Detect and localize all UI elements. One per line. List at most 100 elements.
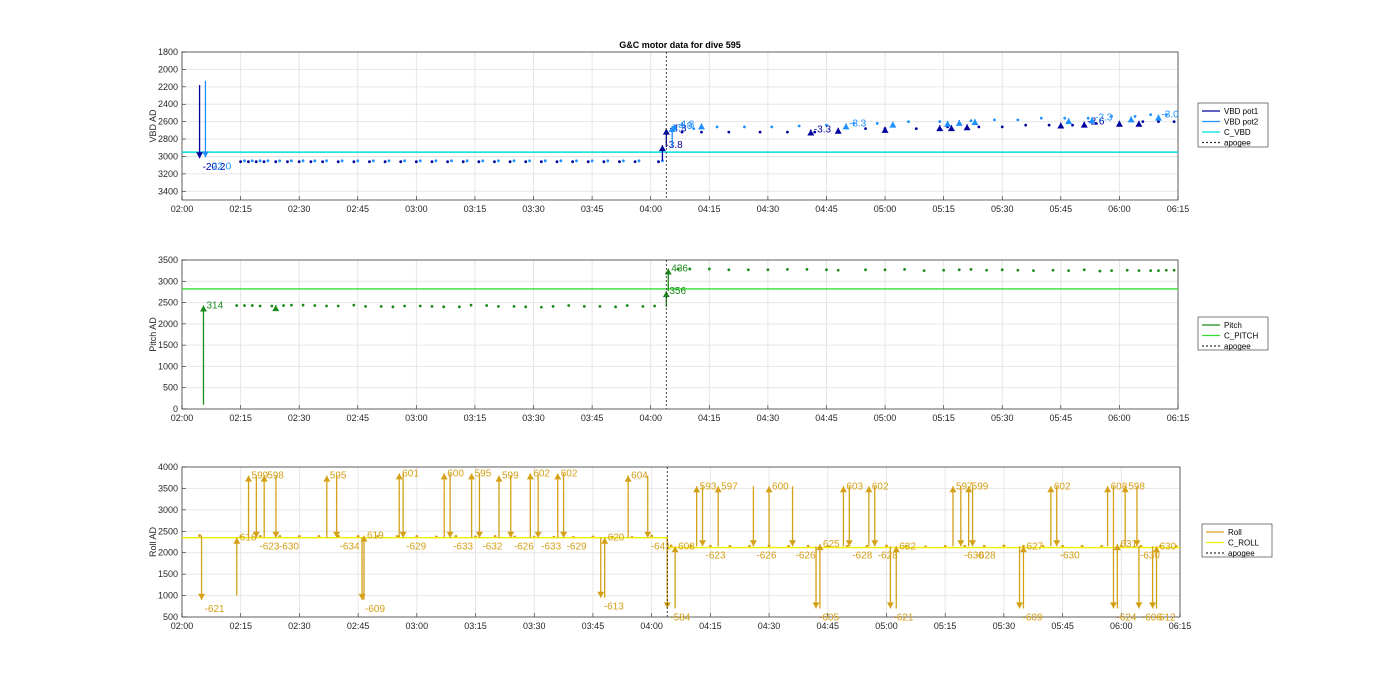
x-tick-label: 03:00 (405, 204, 428, 214)
data-point (496, 305, 500, 308)
move-label: 632 (899, 541, 916, 552)
data-point (336, 160, 340, 164)
y-tick-label: 500 (163, 383, 178, 393)
data-point (469, 303, 473, 307)
y-tick-label: 2600 (158, 117, 178, 127)
data-point (379, 305, 383, 308)
data-point (485, 304, 489, 307)
data-point (477, 160, 481, 164)
data-point (559, 159, 563, 163)
x-tick-label: 03:15 (464, 621, 487, 631)
data-point (786, 130, 789, 134)
x-tick-label: 03:30 (522, 204, 545, 214)
data-point (786, 267, 789, 271)
data-point (465, 159, 469, 163)
data-point (325, 304, 328, 308)
data-point (368, 160, 371, 164)
data-point (743, 125, 746, 129)
y-tick-label: 1000 (158, 591, 178, 601)
data-point (446, 160, 449, 164)
y-tick-label: 2500 (158, 526, 178, 536)
data-point (243, 304, 246, 307)
x-tick-label: 02:15 (229, 621, 252, 631)
move-label: -623 (259, 542, 279, 553)
data-point (1024, 123, 1028, 127)
data-point (1000, 268, 1004, 272)
move-label: -633 (453, 542, 473, 553)
data-point (266, 159, 270, 163)
data-point (321, 160, 325, 164)
move-label: 608 (678, 541, 695, 552)
data-point (457, 305, 461, 309)
data-point (797, 124, 801, 128)
legend-entry: C_VBD (1224, 128, 1251, 137)
move-label: -621 (893, 612, 913, 623)
data-point (493, 160, 496, 164)
x-tick-label: 05:15 (934, 621, 957, 631)
data-point (512, 305, 516, 308)
x-tick-label: 04:30 (757, 204, 780, 214)
data-point (1063, 116, 1067, 120)
x-tick-label: 03:15 (464, 413, 487, 423)
data-point (766, 268, 770, 272)
data-point (977, 125, 981, 129)
data-point (539, 305, 543, 309)
y-tick-label: 2200 (158, 82, 178, 92)
data-point (278, 159, 282, 163)
data-point (1051, 268, 1055, 272)
x-tick-label: 06:15 (1167, 413, 1190, 423)
x-tick-label: 05:30 (991, 413, 1014, 423)
legend-entry: apogee (1224, 139, 1251, 148)
data-point (282, 304, 285, 307)
data-point (969, 119, 973, 123)
x-tick-label: 05:00 (874, 413, 897, 423)
data-point (942, 268, 946, 272)
data-point (301, 159, 305, 163)
move-label: -628 (852, 550, 872, 561)
data-point (1137, 269, 1141, 273)
move-label: 597 (721, 481, 738, 492)
legend-entry: Roll (1228, 528, 1242, 537)
data-point (528, 159, 532, 163)
data-point (383, 160, 387, 164)
move-label: -609 (365, 604, 385, 615)
data-point (700, 130, 703, 134)
data-point (313, 159, 317, 163)
data-point (567, 304, 571, 307)
x-tick-label: 02:00 (171, 621, 194, 631)
data-point (313, 304, 317, 307)
data-point (641, 305, 645, 308)
data-point (239, 160, 242, 164)
data-point (621, 159, 625, 163)
data-point (883, 268, 887, 272)
move-label: 625 (823, 539, 840, 550)
data-point (1164, 268, 1168, 272)
y-tick-label: 1800 (158, 47, 178, 57)
x-tick-label: 04:15 (698, 204, 721, 214)
data-point (481, 159, 485, 163)
move-label: -630 (279, 542, 299, 553)
x-tick-label: 03:45 (582, 621, 605, 631)
legend: VBD pot1 VBD pot2C_VBDapogee (1197, 102, 1269, 148)
legend-entry: C_PITCH (1224, 332, 1258, 341)
x-tick-label: 05:30 (993, 621, 1016, 631)
data-point (1141, 120, 1145, 124)
data-point (371, 159, 375, 163)
data-point (309, 160, 313, 164)
data-point (618, 160, 621, 164)
data-point (325, 159, 328, 163)
y-tick-label: 1500 (158, 340, 178, 350)
move-label: -641 (651, 542, 671, 553)
move-label: -634 (340, 542, 360, 553)
data-point (727, 268, 731, 272)
move-label: 356 (669, 286, 686, 297)
legend: Pitch C_PITCHapogee (1197, 316, 1269, 351)
data-point (598, 305, 602, 308)
data-point (524, 160, 528, 164)
data-point (633, 160, 637, 164)
data-point (758, 130, 762, 134)
move-label: -623 (706, 550, 726, 561)
move-label: -584 (670, 612, 690, 623)
data-point (286, 160, 289, 164)
x-tick-label: 04:00 (640, 621, 663, 631)
